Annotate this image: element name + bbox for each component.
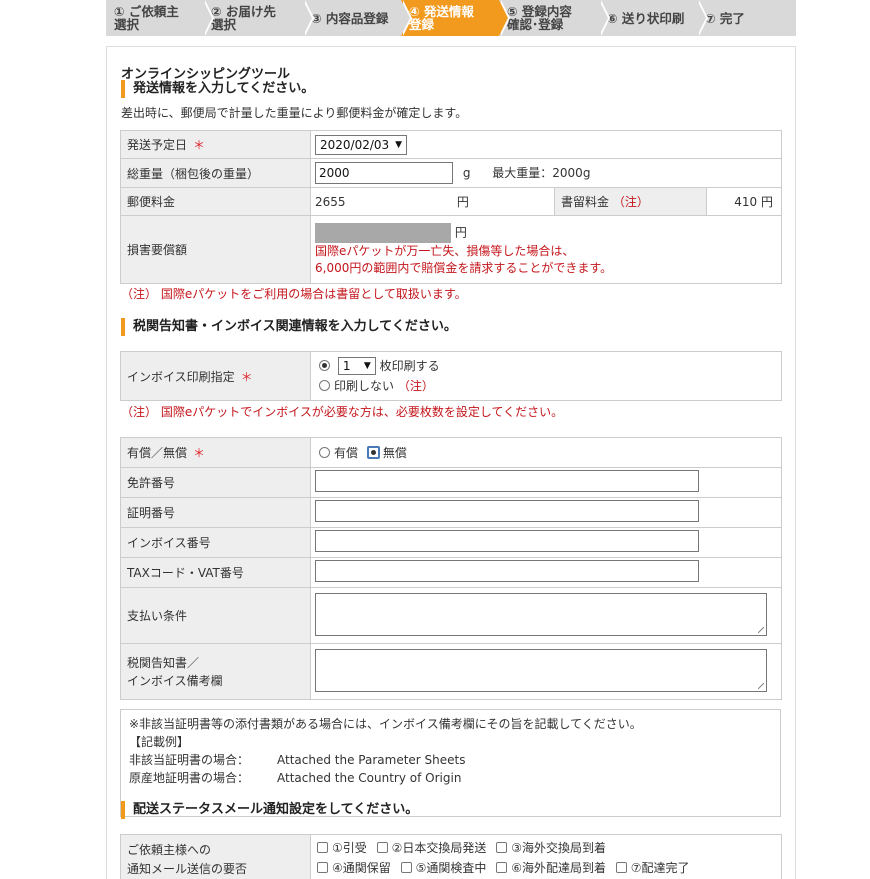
step-2-label: ② お届け先 選択 bbox=[211, 4, 276, 32]
remarks-label: 税関告知書／ インボイス備考欄 bbox=[120, 643, 311, 700]
paid-label: 有償／無償＊ bbox=[120, 437, 311, 468]
invoice-print-label: インボイス印刷指定＊ bbox=[120, 351, 311, 401]
shipping-table: 発送予定日＊ 2020/02/03 ▼ 総重量（梱包後の重量） 2000 g 最大… bbox=[120, 130, 783, 284]
invoice-print-table: インボイス印刷指定＊ 1 ▼ 枚印刷する 印刷しない （注） bbox=[120, 351, 782, 401]
remarks-textarea[interactable] bbox=[315, 648, 767, 692]
step-2: ② お届け先 選択 bbox=[203, 0, 314, 36]
certificate-input[interactable] bbox=[315, 500, 699, 522]
max-weight: 最大重量：2000g bbox=[492, 166, 591, 180]
no-print-note: （注） bbox=[397, 379, 434, 393]
shipping-footnote: （注） 国際eパケットをご利用の場合は書留として取扱います。 bbox=[121, 287, 467, 301]
mail-option-label: ④通関保留 bbox=[332, 861, 391, 875]
mail-option-checkbox[interactable] bbox=[317, 842, 328, 853]
free-option-label: 無償 bbox=[382, 446, 407, 460]
registered-value: 410 円 bbox=[705, 187, 783, 216]
mail-option-label: ⑥海外配達局到着 bbox=[511, 861, 606, 875]
weight-input[interactable]: 2000 bbox=[315, 162, 453, 184]
certificate-label: 証明番号 bbox=[120, 497, 311, 528]
shipping-intro: 差出時に、郵便局で計量した重量により郵便料金が確定します。 bbox=[121, 106, 468, 120]
mail-option-checkbox[interactable] bbox=[496, 842, 508, 853]
mail-option-checkbox[interactable] bbox=[496, 862, 508, 873]
chevron-down-icon: ▼ bbox=[363, 361, 371, 371]
date-label: 発送予定日＊ bbox=[120, 130, 311, 159]
chevron-down-icon: ▼ bbox=[395, 139, 403, 150]
mail-option-checkbox[interactable] bbox=[615, 862, 627, 873]
license-label: 免許番号 bbox=[120, 467, 311, 498]
damage-amount-field[interactable] bbox=[315, 222, 451, 243]
invoice-no-input[interactable] bbox=[315, 530, 699, 552]
invoice-no-label: インボイス番号 bbox=[120, 527, 311, 558]
info-line-3-key: 非該当証明書の場合： bbox=[129, 753, 250, 767]
copies-select[interactable]: 1 ▼ bbox=[337, 357, 376, 375]
paid-option-label: 有償 bbox=[334, 446, 359, 460]
mail-option-label: ⑦配達完了 bbox=[630, 861, 690, 875]
info-line-1: ※非該当証明書等の添付書類がある場合には、インボイス備考欄にその旨を記載してくだ… bbox=[129, 717, 642, 731]
print-radio[interactable] bbox=[319, 360, 330, 371]
postage-value: 2655 bbox=[315, 195, 346, 209]
damage-yen: 円 bbox=[454, 225, 467, 239]
customs-footnote: （注） 国際eパケットでインボイスが必要な方は、必要枚数を設定してください。 bbox=[121, 405, 564, 419]
tax-label: TAXコード・VAT番号 bbox=[120, 557, 311, 588]
payment-label: 支払い条件 bbox=[120, 587, 311, 644]
step-7-label: ⑦ 完了 bbox=[705, 10, 745, 26]
paid-radio[interactable] bbox=[319, 447, 330, 458]
mail-option-checkbox[interactable] bbox=[400, 862, 412, 873]
license-input[interactable] bbox=[315, 470, 699, 492]
postage-yen: 円 bbox=[456, 195, 469, 209]
damage-label: 損害要償額 bbox=[120, 215, 311, 284]
mail-label: ご依頼主様への 通知メール送信の要否 bbox=[120, 834, 311, 879]
mail-option-label: ③海外交換局到着 bbox=[511, 841, 606, 855]
mail-option-checkbox[interactable] bbox=[317, 862, 328, 873]
progress-steps: ① ご依頼主 選択 ② お届け先 選択 ③ 内容品登録 ④ 発送情報 登録 ⑤ … bbox=[106, 0, 796, 36]
step-4-label: ④ 発送情報 登録 bbox=[409, 4, 474, 32]
customs-table: 有償／無償＊ 有償 無償 免許番号 証明番号 インボイス番号 TAXコード・VA… bbox=[120, 437, 782, 700]
step-5: ⑤ 登録内容 確認･登録 bbox=[499, 0, 610, 36]
no-print-radio[interactable] bbox=[319, 380, 330, 391]
mail-heading: 配送ステータスメール通知設定をしてください。 bbox=[121, 801, 418, 819]
info-line-2: 【記載例】 bbox=[129, 735, 190, 749]
customs-heading: 税関告知書・インボイス関連情報を入力してください。 bbox=[121, 318, 457, 336]
mail-option-checkbox[interactable] bbox=[376, 842, 388, 853]
mail-option-label: ⑤通関検査中 bbox=[415, 861, 487, 875]
damage-note-2: 6,000円の範囲内で賠償金を請求することができます。 bbox=[315, 260, 613, 275]
weight-label: 総重量（梱包後の重量） bbox=[120, 158, 311, 188]
mail-table: ご依頼主様への 通知メール送信の要否 ①引受 ②日本交換局発送 ③海外交換局到着 … bbox=[120, 834, 782, 879]
mail-option-label: ②日本交換局発送 bbox=[391, 841, 487, 855]
step-1-label: ① ご依頼主 選択 bbox=[114, 4, 179, 32]
damage-note-1: 国際eパケットが万一亡失、損傷等した場合は、 bbox=[315, 243, 575, 258]
step-6: ⑥ 送り状印刷 bbox=[599, 0, 708, 36]
shipping-heading: 発送情報を入力してください。 bbox=[121, 80, 314, 98]
weight-unit: g bbox=[462, 166, 471, 180]
step-6-label: ⑥ 送り状印刷 bbox=[607, 10, 685, 26]
tax-input[interactable] bbox=[315, 560, 699, 582]
postage-label: 郵便料金 bbox=[120, 187, 311, 216]
step-7: ⑦ 完了 bbox=[697, 0, 796, 36]
step-3-label: ③ 内容品登録 bbox=[311, 10, 389, 26]
step-4-current: ④ 発送情報 登録 bbox=[401, 0, 510, 36]
no-print-label: 印刷しない bbox=[334, 379, 395, 393]
step-3: ③ 内容品登録 bbox=[303, 0, 412, 36]
info-line-3-val: Attached the Parameter Sheets bbox=[277, 753, 466, 767]
step-5-label: ⑤ 登録内容 確認･登録 bbox=[507, 4, 572, 32]
ship-date-select[interactable]: 2020/02/03 ▼ bbox=[315, 134, 407, 155]
payment-textarea[interactable] bbox=[315, 592, 767, 636]
info-line-4-key: 原産地証明書の場合： bbox=[129, 771, 250, 785]
step-1: ① ご依頼主 選択 bbox=[106, 0, 214, 36]
registered-label: 書留料金 （注） bbox=[554, 187, 707, 216]
print-label: 枚印刷する bbox=[379, 359, 440, 373]
mail-option-label: ①引受 bbox=[332, 841, 367, 855]
info-line-4-val: Attached the Country of Origin bbox=[277, 771, 462, 785]
free-radio[interactable] bbox=[367, 447, 379, 458]
